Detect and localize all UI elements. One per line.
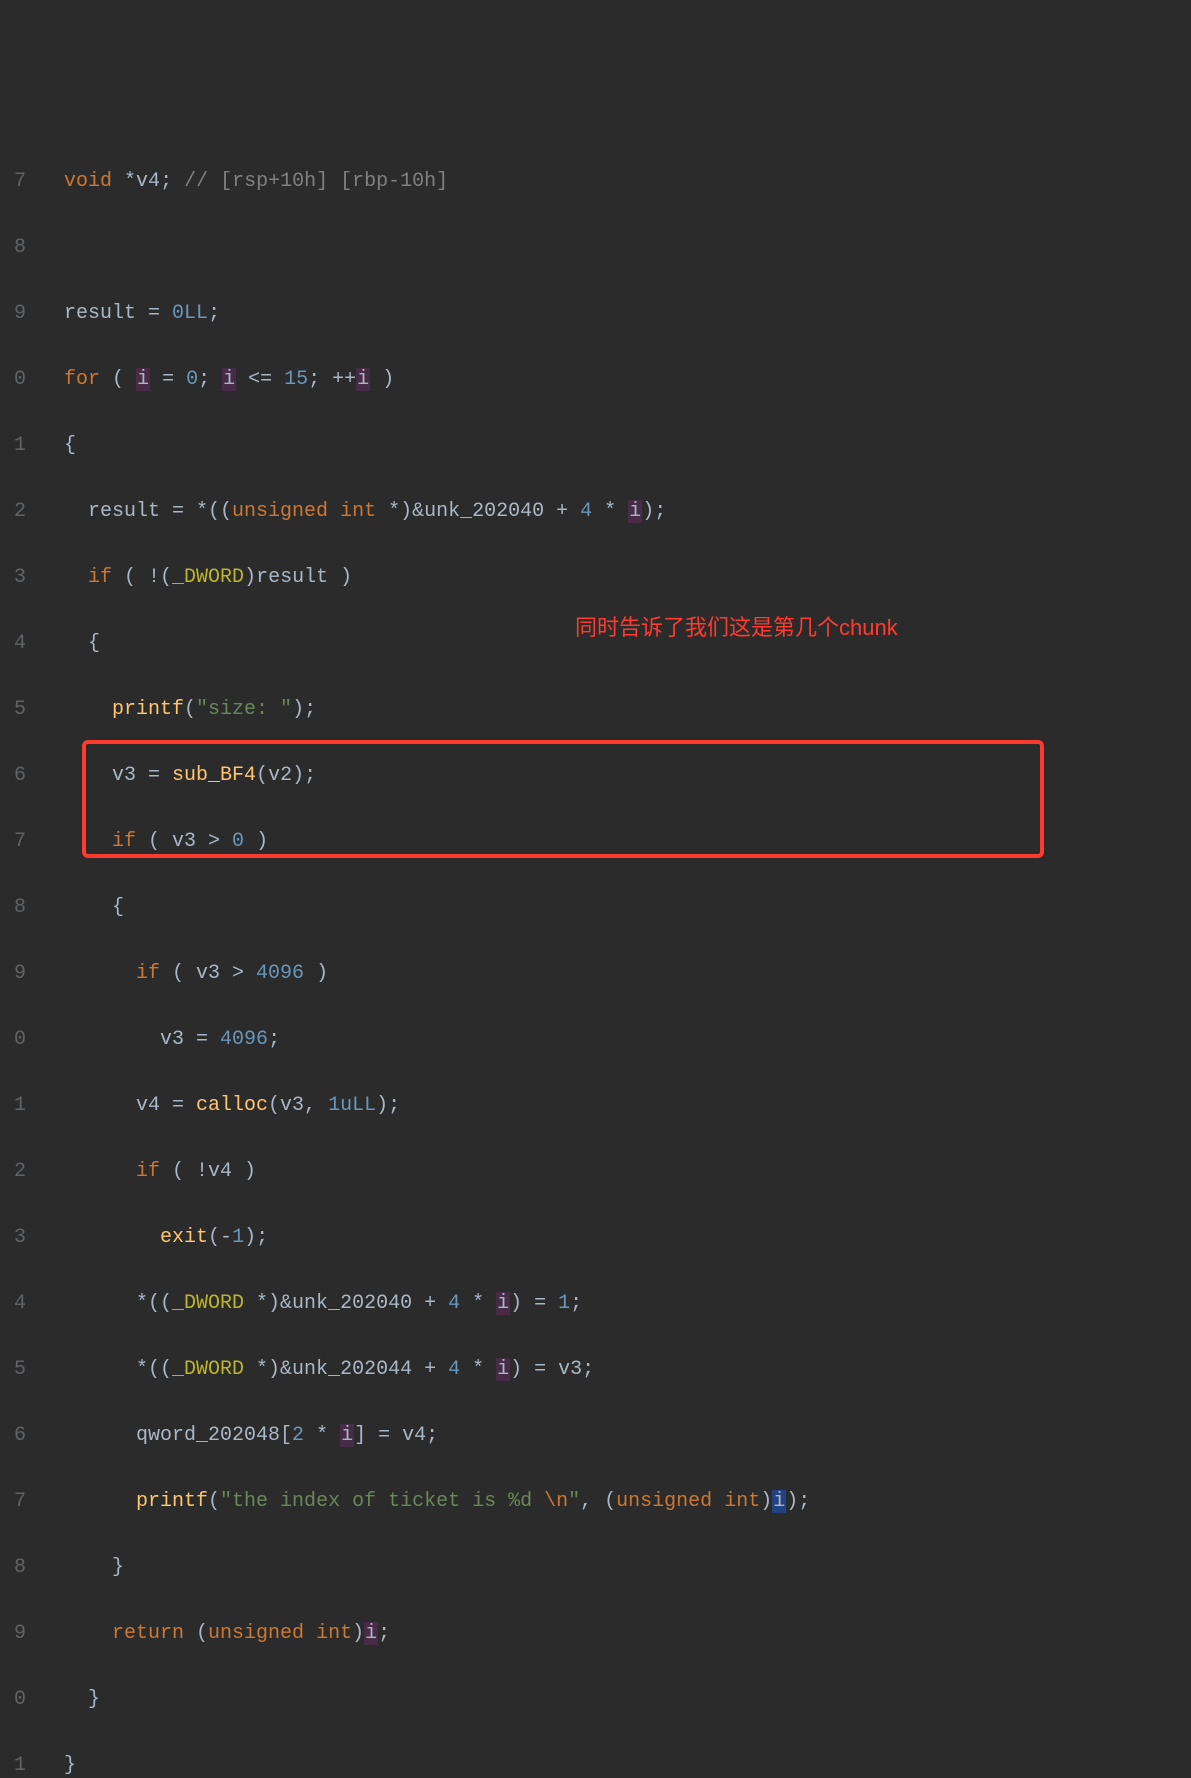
variable-i-highlight: i bbox=[496, 1292, 510, 1315]
line-number: 2 bbox=[0, 1155, 26, 1188]
variable-i-highlight: i bbox=[222, 368, 236, 391]
code-line[interactable]: v4 = calloc(v3, 1uLL); bbox=[40, 1089, 810, 1122]
line-number: 7 bbox=[0, 165, 26, 198]
code-line[interactable]: qword_202048[2 * i] = v4; bbox=[40, 1419, 810, 1452]
code-line[interactable]: v3 = 4096; bbox=[40, 1023, 810, 1056]
code-area[interactable]: void *v4; // [rsp+10h] [rbp-10h] result … bbox=[34, 132, 810, 1778]
line-number: 8 bbox=[0, 231, 26, 264]
code-line[interactable]: return (unsigned int)i; bbox=[40, 1617, 810, 1650]
code-line[interactable]: if ( v3 > 4096 ) bbox=[40, 957, 810, 990]
line-number: 8 bbox=[0, 891, 26, 924]
code-line[interactable]: void *v4; // [rsp+10h] [rbp-10h] bbox=[40, 165, 810, 198]
code-line[interactable]: result = *((unsigned int *)&unk_202040 +… bbox=[40, 495, 810, 528]
code-line[interactable]: printf("size: "); bbox=[40, 693, 810, 726]
variable-i-highlight: i bbox=[628, 500, 642, 523]
line-number: 0 bbox=[0, 363, 26, 396]
line-number: 4 bbox=[0, 627, 26, 660]
code-line[interactable]: exit(-1); bbox=[40, 1221, 810, 1254]
line-number: 5 bbox=[0, 1353, 26, 1386]
line-number: 9 bbox=[0, 297, 26, 330]
line-number: 6 bbox=[0, 759, 26, 792]
variable-i-cursor: i bbox=[772, 1490, 786, 1513]
code-line[interactable]: v3 = sub_BF4(v2); bbox=[40, 759, 810, 792]
code-line[interactable]: } bbox=[40, 1683, 810, 1716]
line-number: 5 bbox=[0, 693, 26, 726]
code-line[interactable]: *((_DWORD *)&unk_202040 + 4 * i) = 1; bbox=[40, 1287, 810, 1320]
variable-i-highlight: i bbox=[136, 368, 150, 391]
line-number: 8 bbox=[0, 1551, 26, 1584]
line-number: 0 bbox=[0, 1023, 26, 1056]
line-number: 6 bbox=[0, 1419, 26, 1452]
code-line[interactable]: result = 0LL; bbox=[40, 297, 810, 330]
variable-i-highlight: i bbox=[364, 1622, 378, 1645]
variable-i-highlight: i bbox=[496, 1358, 510, 1381]
line-number: 1 bbox=[0, 1089, 26, 1122]
code-line[interactable]: } bbox=[40, 1551, 810, 1584]
line-number: 9 bbox=[0, 1617, 26, 1650]
code-editor[interactable]: 7 8 9 0 1 2 3 4 5 6 7 8 9 0 1 2 3 4 5 6 … bbox=[0, 132, 1191, 1778]
code-line[interactable]: *((_DWORD *)&unk_202044 + 4 * i) = v3; bbox=[40, 1353, 810, 1386]
line-number: 7 bbox=[0, 825, 26, 858]
code-line[interactable] bbox=[40, 231, 810, 264]
variable-i-highlight: i bbox=[340, 1424, 354, 1447]
code-line[interactable]: { bbox=[40, 429, 810, 462]
line-number: 3 bbox=[0, 561, 26, 594]
code-line[interactable]: if ( !v4 ) bbox=[40, 1155, 810, 1188]
annotation-text: 同时告诉了我们这是第几个chunk bbox=[575, 610, 898, 646]
code-line[interactable]: } bbox=[40, 1749, 810, 1778]
line-number: 2 bbox=[0, 495, 26, 528]
line-number: 7 bbox=[0, 1485, 26, 1518]
code-line[interactable]: if ( v3 > 0 ) bbox=[40, 825, 810, 858]
code-line[interactable]: if ( !(_DWORD)result ) bbox=[40, 561, 810, 594]
code-line[interactable]: for ( i = 0; i <= 15; ++i ) bbox=[40, 363, 810, 396]
line-number: 0 bbox=[0, 1683, 26, 1716]
line-number: 1 bbox=[0, 1749, 26, 1778]
line-number: 3 bbox=[0, 1221, 26, 1254]
line-number: 1 bbox=[0, 429, 26, 462]
line-number: 4 bbox=[0, 1287, 26, 1320]
code-line[interactable]: printf("the index of ticket is %d \n", (… bbox=[40, 1485, 810, 1518]
variable-i-highlight: i bbox=[356, 368, 370, 391]
code-line[interactable]: { bbox=[40, 891, 810, 924]
line-number: 9 bbox=[0, 957, 26, 990]
line-number-gutter: 7 8 9 0 1 2 3 4 5 6 7 8 9 0 1 2 3 4 5 6 … bbox=[0, 132, 34, 1778]
